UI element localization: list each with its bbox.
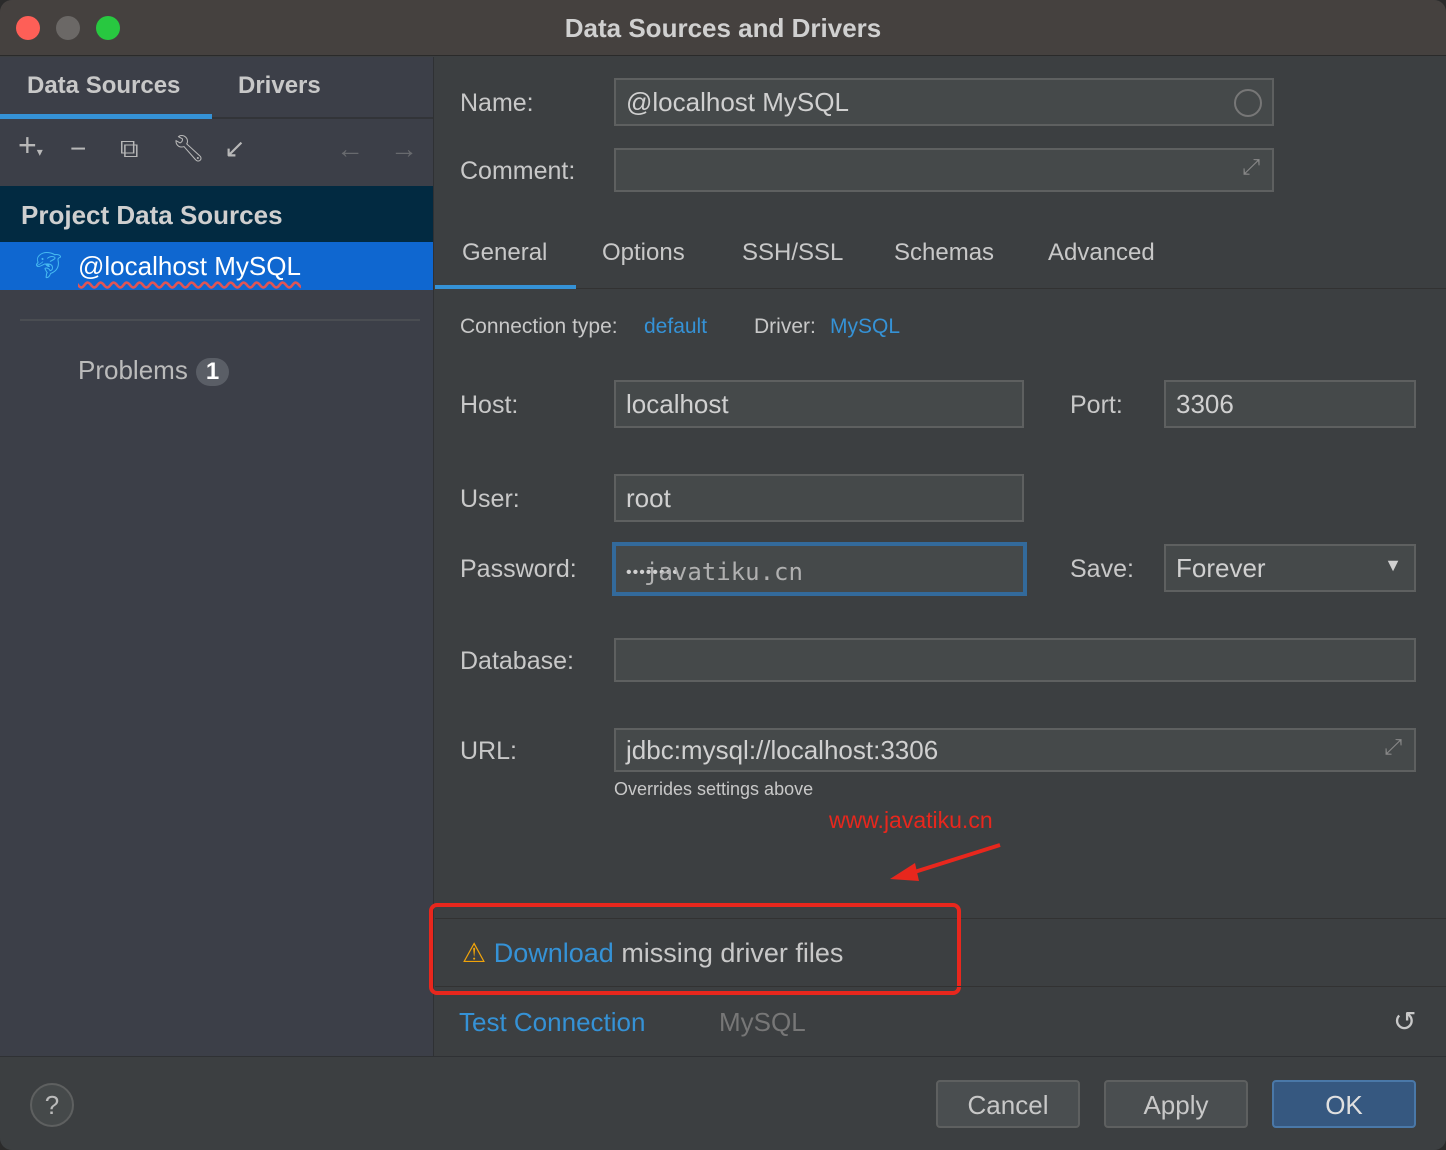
back-arrow-icon[interactable]: ← [336,133,364,165]
divider [20,319,420,321]
tab-options[interactable]: Options [602,239,685,267]
save-select[interactable]: Forever ▼ [1164,544,1416,592]
url-label: URL: [460,737,517,765]
password-input[interactable]: •••••••• javatiku.cn [612,542,1027,596]
save-value: Forever [1176,553,1266,583]
warning-text: missing driver files [613,938,844,968]
database-label: Database: [460,647,574,675]
remove-icon[interactable]: − [70,133,86,165]
group-header: Project Data Sources [0,186,433,242]
port-label: Port: [1070,391,1123,419]
password-label: Password: [460,555,577,583]
window-title: Data Sources and Drivers [564,13,882,43]
sidebar: Data Sources Drivers +▾ − ⧉ 🔧︎ ↙ ← → Pro… [0,57,434,1056]
expand-icon[interactable]: ⤢ [1242,154,1260,180]
connection-type-label: Connection type: [460,315,618,338]
help-button[interactable]: ? [30,1083,74,1127]
url-value: jdbc:mysql://localhost:3306 [626,735,939,765]
tab-general[interactable]: General [462,239,547,267]
port-input[interactable]: 3306 [1164,380,1416,428]
annotation-arrow-icon [890,843,1001,881]
download-link[interactable]: Download [494,938,614,968]
host-input[interactable]: localhost [614,380,1024,428]
tab-schemas[interactable]: Schemas [894,239,994,267]
dialog-window: Data Sources and Drivers Data Sources Dr… [0,0,1446,1150]
problems-badge: 1 [195,358,230,386]
test-connection-link[interactable]: Test Connection [459,1007,645,1038]
mysql-dolphin-icon: 🐬︎ [32,250,66,280]
settings-tabs: General Options SSH/SSL Schemas Advanced [435,237,1446,289]
data-source-item[interactable]: 🐬︎ @localhost MySQL [0,242,433,290]
tab-advanced[interactable]: Advanced [1048,239,1155,267]
settings-panel: Name: @localhost MySQL Comment: ⤢ Genera… [429,57,1446,1056]
duplicate-icon[interactable]: ⧉ [120,133,139,165]
driver-name: MySQL [719,1007,806,1037]
user-input[interactable]: root [614,474,1024,522]
warning-icon: ⚠ [462,938,487,968]
comment-input[interactable]: ⤢ [614,148,1274,192]
url-input[interactable]: jdbc:mysql://localhost:3306 ⤢ [614,728,1416,772]
host-label: Host: [460,391,519,419]
expand-icon[interactable]: ⤢ [1384,734,1402,760]
apply-button[interactable]: Apply [1104,1080,1248,1128]
color-circle-icon[interactable] [1234,89,1262,117]
tab-data-sources[interactable]: Data Sources [27,72,180,100]
data-source-label: @localhost MySQL [78,251,301,281]
save-label: Save: [1070,555,1134,583]
active-tab-indicator [435,285,576,289]
watermark-annotation: www.javatiku.cn [829,807,993,833]
warning-message: ⚠ Download missing driver files [462,938,843,969]
problems-label: Problems [78,355,188,385]
problems-item[interactable]: Problems 1 [78,355,230,386]
active-tab-indicator [0,114,212,119]
divider [435,986,1446,987]
revert-icon[interactable]: ↺ [1393,1005,1416,1038]
name-value: @localhost MySQL [626,87,849,117]
forward-arrow-icon[interactable]: → [390,133,418,165]
password-watermark: javatiku.cn [644,558,803,586]
ok-button[interactable]: OK [1272,1080,1416,1128]
chevron-down-icon: ▼ [1384,555,1402,575]
user-label: User: [460,485,520,513]
driver-link[interactable]: MySQL [830,315,900,339]
comment-label: Comment: [460,157,576,185]
connection-type-link[interactable]: default [644,315,707,339]
title-bar: Data Sources and Drivers [0,0,1446,56]
driver-label: Driver: [754,315,816,338]
wrench-icon[interactable]: 🔧︎ [172,133,205,164]
name-input[interactable]: @localhost MySQL [614,78,1274,126]
name-label: Name: [460,89,534,117]
import-icon[interactable]: ↙ [224,133,246,164]
url-hint: Overrides settings above [614,779,814,799]
database-input[interactable] [614,638,1416,682]
tab-drivers[interactable]: Drivers [238,72,321,100]
cancel-button[interactable]: Cancel [936,1080,1080,1128]
add-icon[interactable]: +▾ [18,127,43,164]
tab-ssh-ssl[interactable]: SSH/SSL [742,239,843,267]
